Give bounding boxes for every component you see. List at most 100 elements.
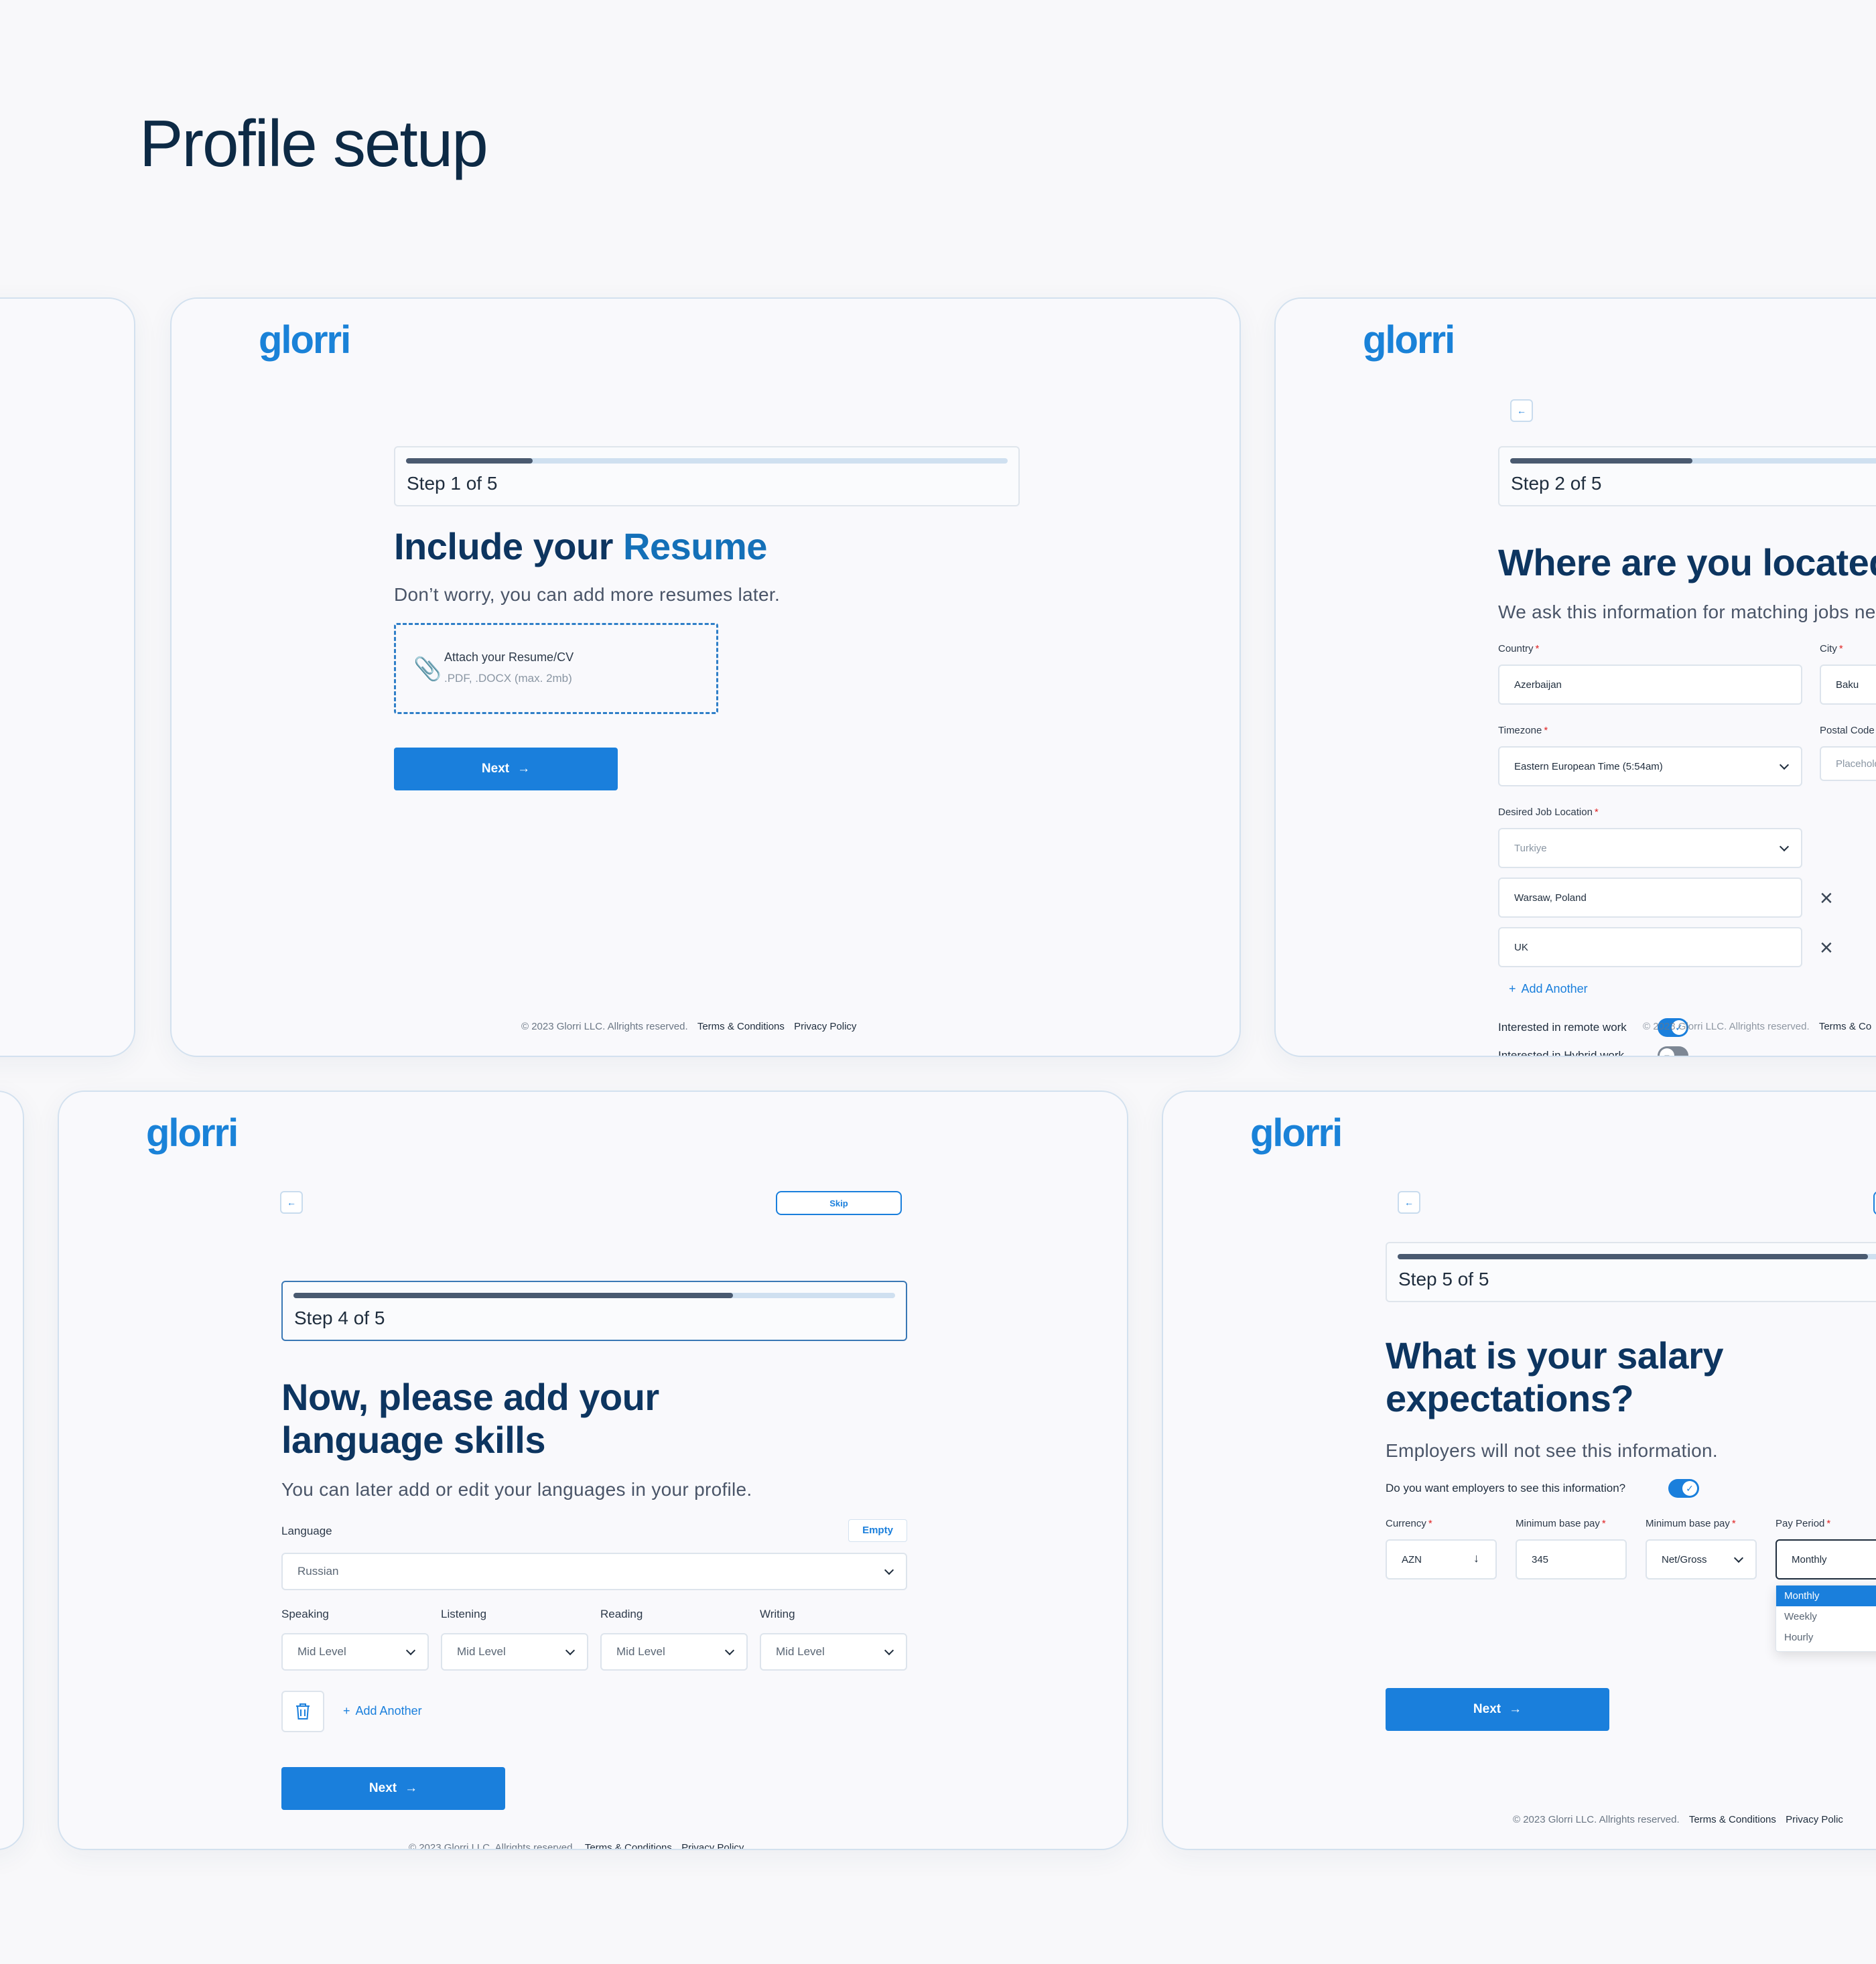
language-select[interactable]: Russian [281, 1553, 907, 1590]
label-text: Minimum base pay [1516, 1518, 1600, 1529]
step-progress: Step 4 of 5 [281, 1281, 907, 1341]
label-text: Minimum base pay [1646, 1518, 1730, 1529]
required-mark: * [1428, 1518, 1432, 1529]
chevron-down-icon [1733, 1553, 1744, 1563]
footer: © 2023 Glorri LLC. Allrights reserved. T… [409, 1842, 744, 1849]
timezone-label: Timezone * [1498, 725, 1548, 736]
currency-label: Currency * [1386, 1518, 1432, 1529]
required-mark: * [1594, 806, 1599, 818]
glorri-logo[interactable]: glorri [146, 1111, 239, 1155]
delete-button[interactable] [281, 1691, 324, 1732]
add-another-label: Add Another [355, 1704, 422, 1717]
remote-work-label: Interested in remote work [1498, 1021, 1627, 1034]
country-field[interactable]: Azerbaijan [1498, 664, 1802, 705]
dropdown-option[interactable]: Weekly [1776, 1606, 1876, 1627]
step-subtitle: Don’t worry, you can add more resumes la… [394, 584, 781, 605]
country-label: Country * [1498, 643, 1539, 654]
privacy-link[interactable]: Privacy Policy [794, 1021, 856, 1032]
add-another-label: Add Another [1521, 982, 1588, 995]
terms-link[interactable]: Terms & Conditions [697, 1021, 785, 1032]
attach-hint: .PDF, .DOCX (max. 2mb) [444, 672, 572, 685]
terms-link[interactable]: Terms & Conditions [585, 1842, 672, 1849]
remove-icon[interactable]: × [1820, 936, 1833, 959]
back-button[interactable]: ← [1510, 399, 1533, 422]
footer-overlap: © 2023 Glorri LLC. Allrights reserved. T… [1643, 1021, 1871, 1032]
glorri-logo[interactable]: glorri [1363, 318, 1455, 362]
dropdown-option[interactable]: Monthly [1776, 1586, 1876, 1606]
step-title: Include your Resume [394, 525, 767, 568]
desired-location-select[interactable]: Turkiye [1498, 828, 1802, 868]
terms-link[interactable]: Terms & Conditions [1689, 1814, 1776, 1825]
select-value: Mid Level [457, 1645, 506, 1658]
visibility-toggle[interactable]: ✓ [1668, 1479, 1699, 1498]
footer-copyright: © 2023 Glorri LLC. Allrights reserved. [521, 1021, 688, 1032]
card-partial-left-bottom [0, 1091, 24, 1850]
required-mark: * [1826, 1518, 1831, 1529]
chevron-down-icon [1779, 841, 1790, 852]
dropdown-option[interactable]: Hourly [1776, 1627, 1876, 1648]
location-item[interactable]: Warsaw, Poland [1498, 878, 1802, 918]
progress-fill [406, 458, 533, 464]
step-label: Step 1 of 5 [407, 473, 498, 494]
required-mark: * [1731, 1518, 1736, 1529]
postal-field[interactable]: Placeholder [1820, 746, 1876, 781]
city-field[interactable]: Baku [1820, 664, 1876, 705]
privacy-link[interactable]: Privacy Policy [681, 1842, 744, 1849]
add-another-link[interactable]: + Add Another [343, 1704, 422, 1718]
back-button[interactable]: ← [1398, 1191, 1420, 1214]
card-step1: glorri Step 1 of 5 Include your Resume D… [170, 297, 1241, 1057]
card-partial-left-top [0, 297, 135, 1057]
required-mark: * [1535, 643, 1540, 654]
listening-select[interactable]: Mid Level [441, 1633, 588, 1671]
reading-select[interactable]: Mid Level [600, 1633, 748, 1671]
next-label: Next [1473, 1702, 1501, 1716]
label-text: Desired Job Location [1498, 806, 1593, 818]
resume-dropzone[interactable]: 📎 Attach your Resume/CV .PDF, .DOCX (max… [394, 623, 718, 714]
skip-button-partial[interactable] [1873, 1191, 1876, 1215]
arrow-left-icon: ← [1517, 405, 1526, 416]
desired-placeholder: Turkiye [1514, 842, 1547, 854]
card-step5: glorri ← Step 5 of 5 What is your salary… [1162, 1091, 1876, 1850]
next-button[interactable]: Next → [394, 748, 618, 790]
next-button[interactable]: Next → [281, 1767, 505, 1810]
currency-value: AZN [1402, 1553, 1422, 1565]
title-line: language skills [281, 1419, 545, 1461]
empty-badge[interactable]: Empty [848, 1519, 907, 1542]
timezone-value: Eastern European Time (5:54am) [1514, 760, 1663, 772]
privacy-link[interactable]: Privacy Polic [1786, 1814, 1843, 1825]
skill-label: Writing [760, 1608, 795, 1620]
visibility-question: Do you want employers to see this inform… [1386, 1482, 1626, 1494]
pay-period-select[interactable]: Monthly [1776, 1539, 1876, 1580]
add-another-link[interactable]: + Add Another [1509, 982, 1588, 996]
chevron-down-icon [565, 1645, 576, 1656]
step-title: Now, please add your language skills [281, 1376, 659, 1462]
next-button[interactable]: Next → [1386, 1688, 1609, 1731]
label-text: Timezone [1498, 725, 1542, 736]
timezone-select[interactable]: Eastern European Time (5:54am) [1498, 746, 1802, 786]
arrow-left-icon: ← [1404, 1197, 1414, 1208]
footer: © 2023 Glorri LLC. Allrights reserved. T… [1513, 1814, 1843, 1825]
progress-track [1510, 458, 1876, 464]
net-gross-select[interactable]: Net/Gross [1646, 1539, 1757, 1580]
chevron-down-icon [884, 1645, 894, 1656]
skip-button[interactable]: Skip [776, 1191, 902, 1215]
attach-label: Attach your Resume/CV [444, 650, 574, 664]
footer-copyright: © 2023 Glorri LLC. Allrights reserved. [1513, 1814, 1680, 1825]
arrow-left-icon: ← [287, 1197, 296, 1208]
back-button[interactable]: ← [280, 1191, 303, 1214]
chevron-down-icon [1779, 760, 1790, 770]
glorri-logo[interactable]: glorri [1250, 1111, 1343, 1155]
min-pay-input[interactable]: 345 [1516, 1539, 1627, 1580]
currency-select[interactable]: AZN ↓ [1386, 1539, 1497, 1580]
next-label: Next [368, 1781, 397, 1795]
hybrid-work-toggle[interactable]: − [1658, 1046, 1688, 1056]
location-item[interactable]: UK [1498, 927, 1802, 967]
title-part: Include your [394, 525, 623, 567]
remove-icon[interactable]: × [1820, 887, 1833, 910]
glorri-logo[interactable]: glorri [259, 318, 351, 362]
speaking-select[interactable]: Mid Level [281, 1633, 429, 1671]
terms-link[interactable]: Terms & Co [1819, 1021, 1871, 1032]
plus-icon: + [343, 1704, 350, 1717]
select-value: Mid Level [297, 1645, 346, 1658]
writing-select[interactable]: Mid Level [760, 1633, 907, 1671]
